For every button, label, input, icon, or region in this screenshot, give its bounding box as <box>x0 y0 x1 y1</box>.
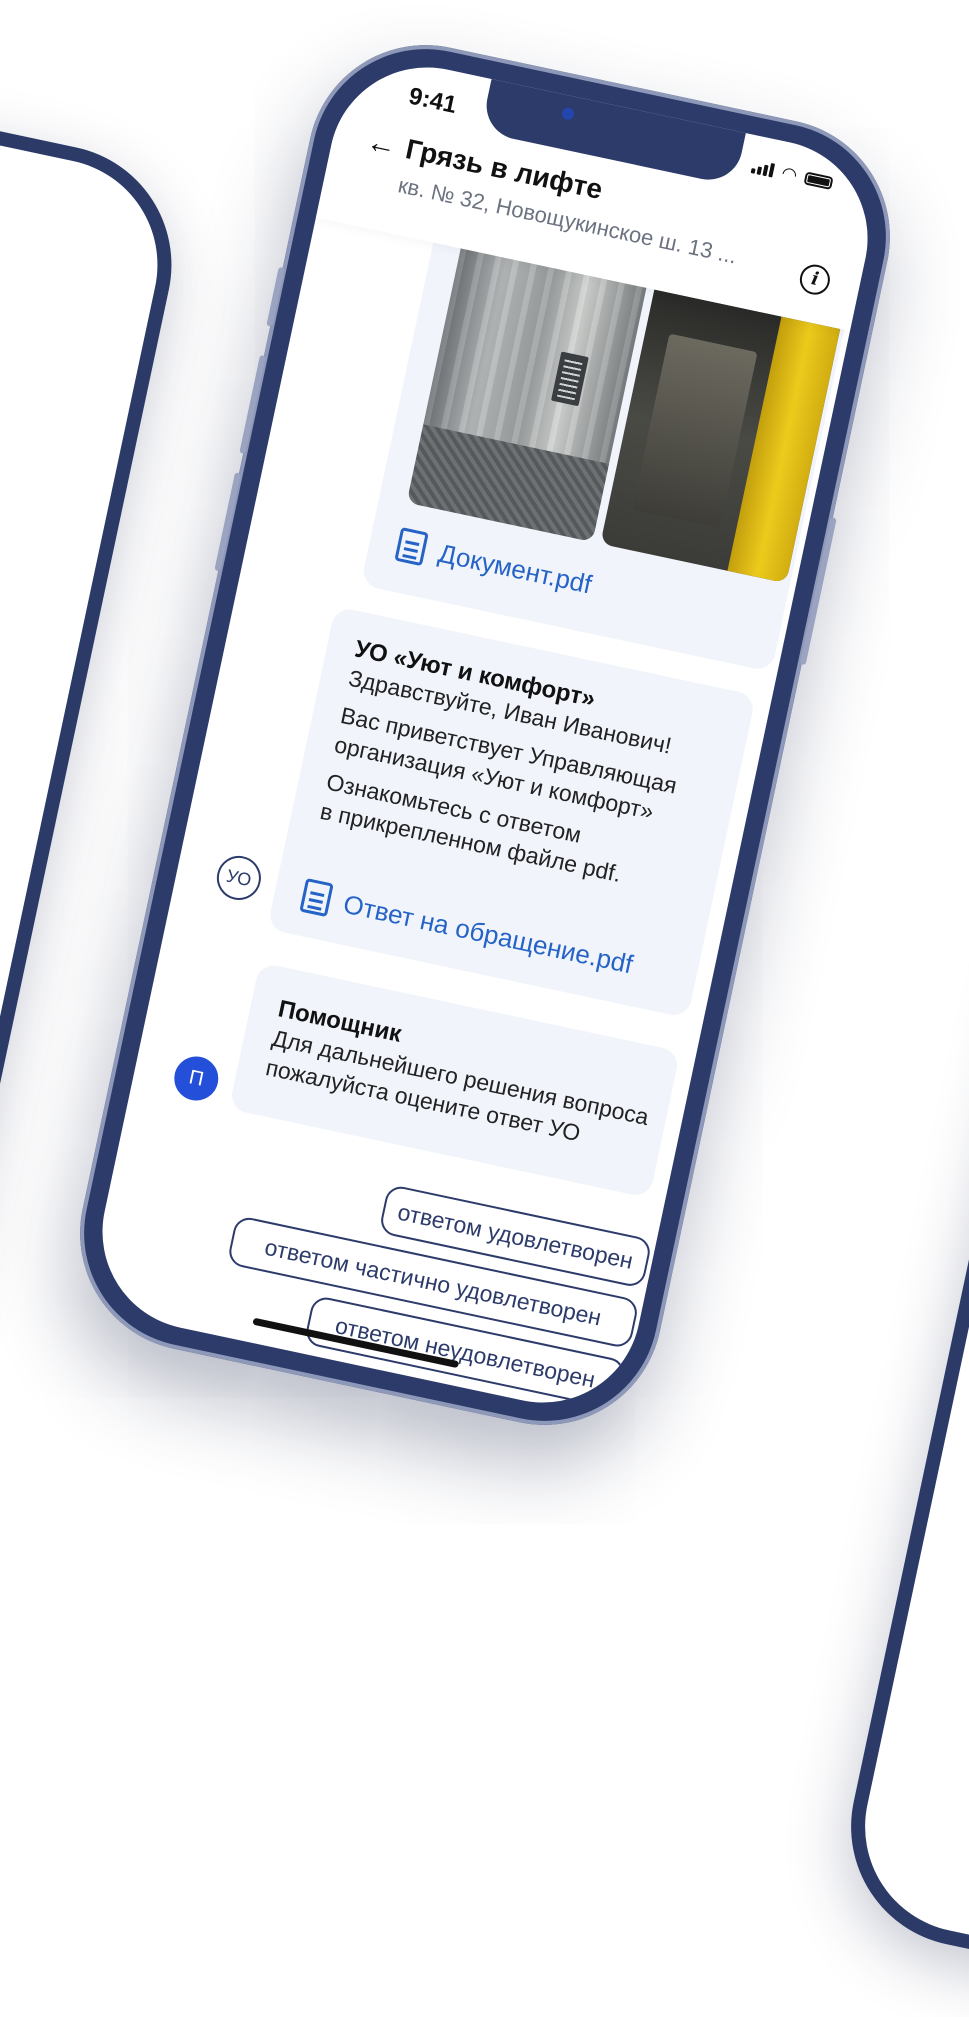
document-attachment[interactable]: Документ.pdf <box>394 527 595 601</box>
response-document-attachment[interactable]: Ответ на обращение.pdf <box>299 877 636 981</box>
info-icon[interactable]: i <box>797 261 833 298</box>
response-document-name: Ответ на обращение.pdf <box>340 888 636 979</box>
right-phone-screen <box>845 859 969 2001</box>
battery-icon <box>803 170 834 190</box>
document-attachment-name: Документ.pdf <box>435 537 595 600</box>
elevator-button-panel <box>551 351 589 407</box>
uo-avatar: УО <box>212 851 265 905</box>
status-time: 9:41 <box>406 82 460 119</box>
phone: 9:41 ◠ ← Грязь в лифте кв. № 32, Новощук… <box>58 23 912 1447</box>
status-icons: ◠ <box>750 159 834 190</box>
assistant-avatar: П <box>170 1052 223 1105</box>
signal-icon <box>750 159 776 178</box>
back-arrow-icon[interactable]: ← <box>363 125 399 164</box>
chat-feed: Документ.pdf УО УО «Уют и комфорт» Здрав… <box>84 218 850 1421</box>
camera-dot <box>560 106 576 121</box>
right-phone-frame <box>828 843 969 2017</box>
document-icon <box>394 527 429 567</box>
document-icon <box>299 877 334 918</box>
wifi-icon: ◠ <box>779 162 800 186</box>
uo-message: УО «Уют и комфорт» Здравствуйте, Иван Ив… <box>266 606 757 1019</box>
